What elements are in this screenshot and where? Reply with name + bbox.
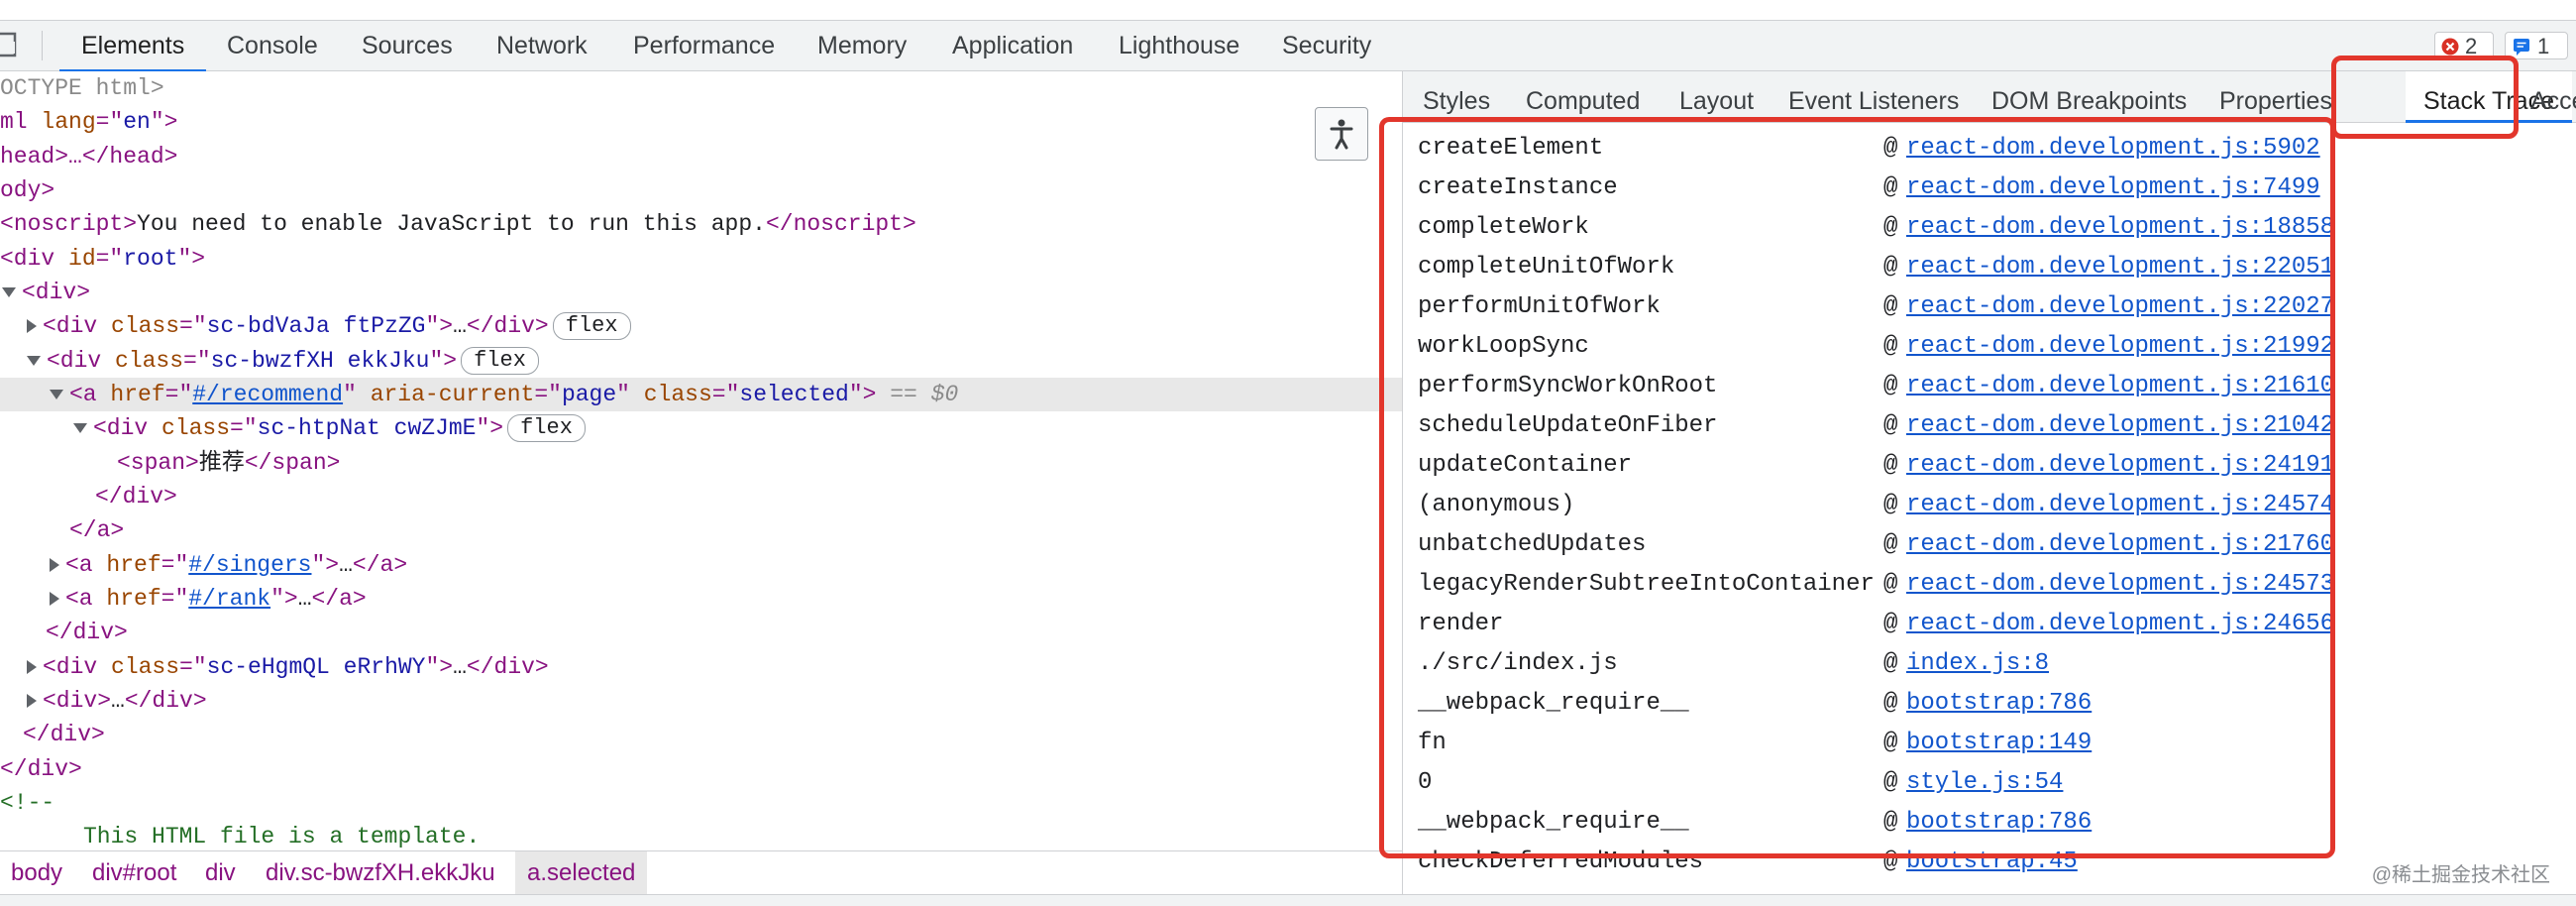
collapse-arrow-icon[interactable]	[27, 355, 41, 366]
tree-node-a-singers[interactable]: <a href="#/singers">…</a>	[0, 548, 1402, 582]
message-icon	[2514, 39, 2529, 56]
accessibility-icon	[1330, 119, 1353, 150]
expand-arrow-icon[interactable]	[27, 318, 37, 333]
tab-network[interactable]: Network	[496, 21, 588, 70]
expand-arrow-icon[interactable]	[50, 591, 59, 606]
toolbar-divider	[42, 31, 43, 60]
flex-badge[interactable]: flex	[552, 311, 631, 340]
error-icon	[2441, 38, 2459, 56]
tab-styles[interactable]: Styles	[1423, 71, 1490, 123]
tree-node-div-close[interactable]: </div>	[0, 480, 1402, 513]
tree-node-div-close-4[interactable]: </div>	[0, 752, 1402, 786]
message-count-badge[interactable]: 1	[2505, 32, 2568, 59]
expand-arrow-icon[interactable]	[27, 693, 37, 708]
tree-node-head[interactable]: head>…</head>	[0, 140, 1402, 173]
stack-trace-highlight	[1379, 117, 2335, 858]
tree-node-div-close-2[interactable]: </div>	[0, 616, 1402, 649]
watermark: @稀土掘金技术社区	[2371, 864, 2550, 886]
tree-node-root-div[interactable]: <div id="root">	[0, 242, 1402, 276]
breadcrumb-item-root[interactable]: div#root	[92, 851, 176, 894]
tree-node-a-recommend-selected[interactable]: <a href="#/recommend" aria-current="page…	[0, 378, 1402, 411]
tree-node-div-htpnat[interactable]: <div class="sc-htpNat cwZJmE"> flex	[0, 411, 1402, 445]
tab-dom-breakpoints[interactable]: DOM Breakpoints	[1991, 71, 2187, 123]
tree-node-a-rank[interactable]: <a href="#/rank">…</a>	[0, 582, 1402, 616]
collapse-arrow-icon[interactable]	[2, 286, 16, 297]
tree-node-noscript[interactable]: <noscript>You need to enable JavaScript …	[0, 207, 1402, 241]
tree-node-comment-open[interactable]: <!--	[0, 786, 1402, 820]
tab-sources[interactable]: Sources	[362, 21, 453, 70]
stack-trace-tab-highlight	[2331, 56, 2519, 139]
tree-node-html[interactable]: ml lang="en">	[0, 105, 1402, 139]
expand-arrow-icon[interactable]	[27, 659, 37, 674]
elements-dom-tree[interactable]: OCTYPE html> ml lang="en"> head>…</head>…	[0, 71, 1402, 850]
tree-node-div-bdvaja[interactable]: <div class="sc-bdVaJa ftPzZG">…</div> fle…	[0, 309, 1402, 343]
collapse-arrow-icon[interactable]	[73, 422, 87, 433]
tree-node-div-ehgmql[interactable]: <div class="sc-eHgmQL eRrhWY">…</div>	[0, 650, 1402, 684]
tab-application[interactable]: Application	[952, 21, 1073, 70]
breadcrumb: body div#root div div.sc-bwzfXH.ekkJku a…	[0, 850, 1402, 894]
breadcrumb-item-bwzfxh[interactable]: div.sc-bwzfXH.ekkJku	[266, 851, 495, 894]
flex-badge[interactable]: flex	[461, 346, 539, 375]
tab-accessibility[interactable]: Acce	[2530, 71, 2576, 123]
tree-node-body[interactable]: ody>	[0, 173, 1402, 207]
tab-properties[interactable]: Properties	[2219, 71, 2332, 123]
tree-node-comment-text[interactable]: This HTML file is a template.	[0, 820, 1402, 850]
breadcrumb-item-body[interactable]: body	[11, 851, 62, 894]
tree-node-div-close-3[interactable]: </div>	[0, 718, 1402, 751]
inspect-element-icon[interactable]	[0, 32, 18, 59]
breadcrumb-item-div[interactable]: div	[205, 851, 236, 894]
tree-node-doctype[interactable]: OCTYPE html>	[0, 71, 1402, 105]
tab-console[interactable]: Console	[227, 21, 318, 70]
collapse-arrow-icon[interactable]	[50, 389, 63, 399]
tree-node-div-bwzfxh[interactable]: <div class="sc-bwzfXH ekkJku"> flex	[0, 344, 1402, 378]
tab-memory[interactable]: Memory	[817, 21, 907, 70]
tab-event-listeners[interactable]: Event Listeners	[1788, 71, 1959, 123]
tree-node-div-collapsed[interactable]: <div>…</div>	[0, 684, 1402, 718]
message-count: 1	[2537, 34, 2550, 58]
tab-computed[interactable]: Computed	[1526, 71, 1640, 123]
tab-lighthouse[interactable]: Lighthouse	[1119, 21, 1239, 70]
breadcrumb-item-a-selected[interactable]: a.selected	[515, 851, 648, 894]
devtools-main-tabbar: Elements Console Sources Network Perform…	[0, 20, 2576, 72]
accessibility-tree-button[interactable]	[1315, 107, 1368, 161]
tab-security[interactable]: Security	[1282, 21, 1371, 70]
tab-elements[interactable]: Elements	[58, 21, 207, 72]
bottom-edge	[0, 894, 2576, 906]
tree-node-a-close[interactable]: </a>	[0, 513, 1402, 547]
flex-badge[interactable]: flex	[507, 413, 586, 442]
expand-arrow-icon[interactable]	[50, 557, 59, 572]
tree-node-div[interactable]: <div>	[0, 276, 1402, 309]
tree-node-span[interactable]: <span>推荐</span>	[0, 446, 1402, 480]
tab-layout[interactable]: Layout	[1679, 71, 1754, 123]
tab-performance[interactable]: Performance	[633, 21, 775, 70]
